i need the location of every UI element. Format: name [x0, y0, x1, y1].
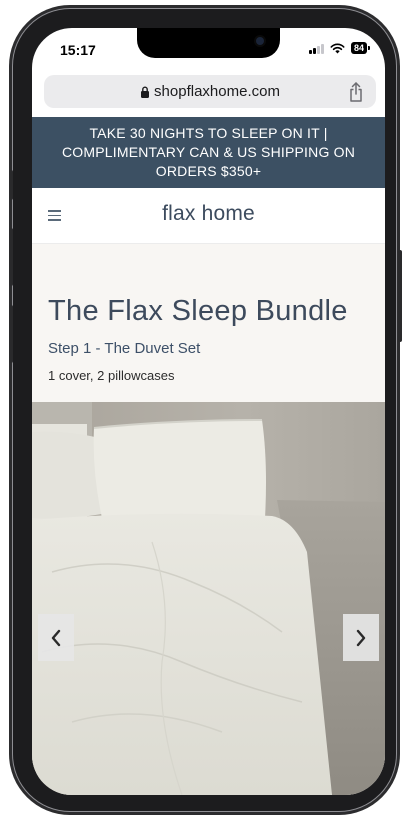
wifi-icon [330, 43, 345, 53]
lock-icon [141, 86, 150, 98]
address-bar[interactable]: shopflaxhome.com [44, 75, 376, 108]
phone-silent-switch [9, 170, 13, 200]
signal-icon [308, 43, 324, 54]
site-logo[interactable]: flax home [32, 202, 385, 226]
phone-power-button [398, 250, 402, 342]
product-step: Step 1 - The Duvet Set [48, 340, 201, 357]
front-camera [256, 37, 264, 45]
battery-icon: 84 [350, 42, 371, 54]
chevron-left-icon [51, 629, 61, 646]
status-time: 15:17 [60, 42, 96, 58]
screen: 15:17 84 shopflaxhome.com TAKE 30 NIGHTS… [32, 28, 385, 795]
promo-banner[interactable]: TAKE 30 NIGHTS TO SLEEP ON IT | COMPLIME… [32, 117, 385, 188]
status-icons: 84 [308, 42, 371, 54]
product-image [32, 402, 385, 795]
site-header: flax home [32, 188, 385, 244]
url-text: shopflaxhome.com [154, 83, 280, 100]
gallery-next-button[interactable] [343, 614, 379, 661]
product-title: The Flax Sleep Bundle [48, 295, 348, 327]
product-gallery[interactable] [32, 402, 385, 795]
phone-volume-down [9, 305, 13, 363]
phone-volume-up [9, 228, 13, 286]
share-icon[interactable] [348, 82, 364, 102]
product-description: 1 cover, 2 pillowcases [48, 368, 175, 383]
gallery-prev-button[interactable] [38, 614, 74, 661]
notch [137, 28, 280, 58]
chevron-right-icon [356, 629, 366, 646]
promo-banner-text: TAKE 30 NIGHTS TO SLEEP ON IT | COMPLIME… [61, 125, 356, 179]
product-info: The Flax Sleep Bundle Step 1 - The Duvet… [32, 244, 385, 402]
battery-level: 84 [353, 43, 364, 53]
